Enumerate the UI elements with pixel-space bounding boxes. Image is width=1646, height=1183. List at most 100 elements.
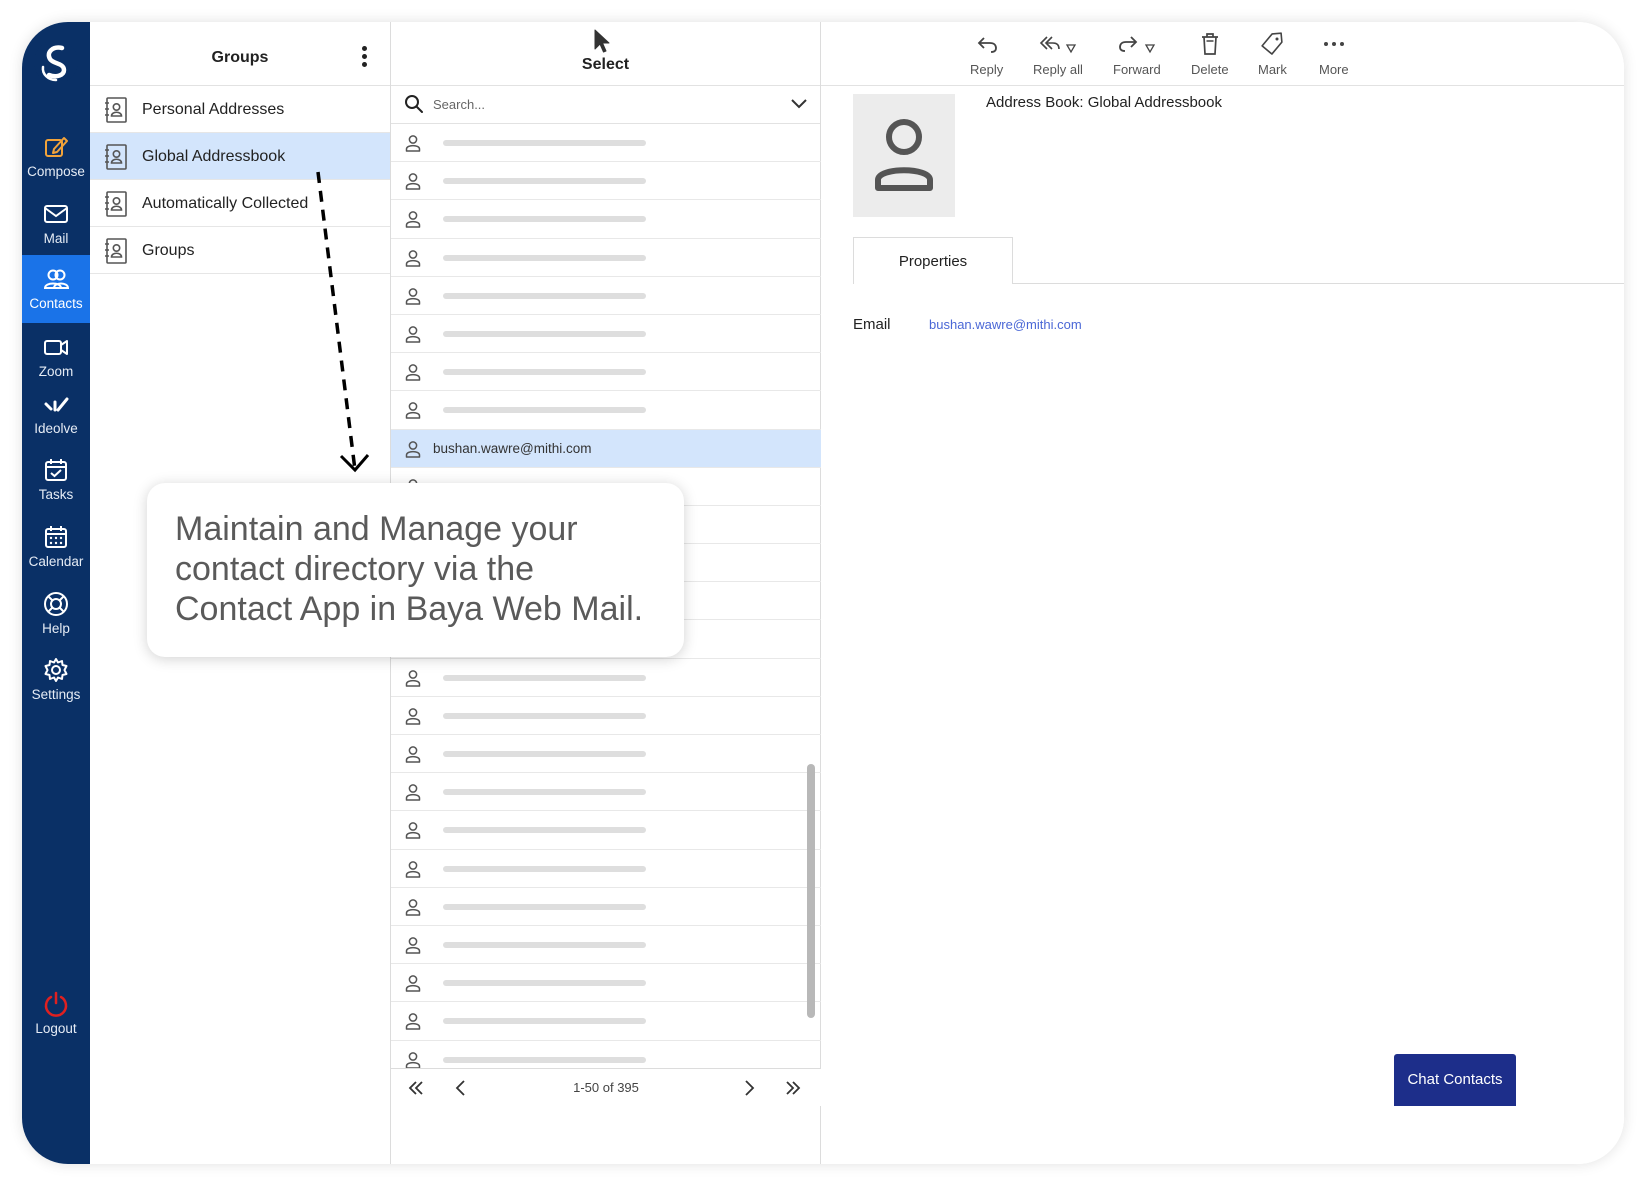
help-icon [44, 592, 68, 616]
group-item-personal-addresses[interactable]: Personal Addresses [90, 86, 390, 133]
person-icon [405, 898, 421, 916]
groups-header: Groups [90, 22, 390, 86]
contact-placeholder-bar [443, 903, 646, 910]
nav-settings[interactable]: Settings [22, 646, 90, 714]
reply-label: Reply [970, 62, 1004, 77]
scrollbar[interactable] [807, 764, 815, 1018]
person-icon [405, 287, 421, 305]
person-icon [405, 249, 421, 267]
contact-row[interactable] [391, 124, 821, 163]
contact-row[interactable] [391, 926, 821, 965]
trash-icon [1201, 33, 1218, 55]
person-icon [405, 746, 421, 763]
person-icon [875, 119, 933, 191]
contact-placeholder-bar [443, 674, 646, 681]
nav-calendar[interactable]: Calendar [22, 513, 90, 581]
contacts-icon [43, 269, 70, 289]
nav-help[interactable]: Help [22, 580, 90, 648]
contact-placeholder-bar [443, 751, 646, 757]
contact-placeholder-bar [443, 178, 646, 185]
email-link[interactable]: bushan.wawre@mithi.com [929, 317, 1082, 332]
nav-tasks[interactable]: Tasks [22, 446, 90, 514]
calendar-icon [45, 526, 67, 548]
contact-placeholder-bar [443, 407, 646, 414]
select-label[interactable]: Select [391, 56, 820, 74]
contact-placeholder-bar [443, 789, 646, 796]
contact-row[interactable] [391, 200, 821, 239]
contact-row[interactable] [391, 850, 821, 888]
contact-placeholder-bar [443, 292, 646, 299]
pagination-bar: 1-50 of 395 [391, 1068, 821, 1106]
delete-button[interactable]: Delete [1191, 32, 1229, 77]
nav-mail[interactable]: Mail [22, 190, 90, 258]
person-icon [405, 784, 421, 801]
kebab-menu-icon[interactable] [360, 46, 368, 68]
reply-all-label: Reply all [1033, 62, 1083, 77]
group-label: Global Addressbook [142, 148, 286, 165]
nav-contacts[interactable]: Contacts [22, 255, 90, 323]
contact-row[interactable] [391, 659, 821, 697]
ideolve-icon [44, 397, 69, 412]
contact-row[interactable] [391, 162, 821, 201]
contact-row[interactable] [391, 697, 821, 735]
person-icon [405, 402, 421, 420]
chat-contacts-button[interactable]: Chat Contacts [1394, 1054, 1516, 1106]
more-button[interactable]: More [1319, 32, 1349, 77]
contact-row[interactable] [391, 315, 821, 354]
tag-icon [1261, 32, 1284, 55]
tasks-icon [45, 459, 67, 481]
person-icon [405, 860, 421, 878]
nav-logout[interactable]: Logout [22, 980, 90, 1048]
nav-logout-label: Logout [35, 1021, 77, 1036]
address-book-icon [105, 238, 127, 264]
reply-button[interactable]: Reply [970, 32, 1003, 77]
contact-row[interactable] [391, 391, 821, 430]
person-icon [405, 135, 421, 152]
contact-avatar [853, 94, 955, 217]
forward-button[interactable]: Forward [1113, 32, 1161, 77]
address-book-icon [105, 144, 127, 170]
search-input[interactable] [433, 92, 763, 116]
contact-placeholder-bar [443, 140, 646, 146]
baya-logo-icon[interactable] [33, 39, 79, 85]
group-label: Groups [142, 242, 195, 259]
mark-label: Mark [1258, 62, 1287, 77]
mark-button[interactable]: Mark [1258, 32, 1287, 77]
last-page-icon[interactable] [783, 1078, 803, 1098]
contact-row[interactable] [391, 1002, 821, 1041]
contact-row[interactable] [391, 964, 821, 1003]
more-icon [1323, 42, 1344, 46]
tab-properties[interactable]: Properties [853, 237, 1013, 284]
contact-placeholder-bar [443, 1056, 646, 1063]
contact-row[interactable] [391, 773, 821, 812]
contact-row[interactable]: bushan.wawre@mithi.com [391, 429, 821, 468]
person-icon [405, 669, 421, 687]
contact-row[interactable] [391, 888, 821, 926]
person-icon [405, 822, 421, 840]
contact-row[interactable] [391, 239, 821, 277]
contact-placeholder-bar [443, 941, 646, 948]
search-icon[interactable] [404, 94, 424, 114]
reply-all-button[interactable]: Reply all [1033, 32, 1083, 77]
groups-title: Groups [211, 49, 269, 66]
contact-placeholder-bar [443, 827, 646, 834]
reply-all-icon [1039, 36, 1077, 54]
person-icon [405, 707, 421, 725]
chevron-down-icon[interactable] [790, 98, 808, 110]
person-icon [405, 937, 421, 954]
nav-compose[interactable]: Compose [22, 123, 90, 191]
contact-row[interactable] [391, 811, 821, 850]
contact-detail-panel: Reply Reply all Forward Delete Mark More [821, 22, 1624, 1164]
contact-placeholder-bar [443, 216, 646, 223]
search-bar [391, 86, 820, 124]
forward-label: Forward [1113, 62, 1161, 77]
contact-row[interactable] [391, 353, 821, 392]
contact-row[interactable] [391, 277, 821, 315]
nav-ideolve[interactable]: Ideolve [22, 380, 90, 448]
delete-label: Delete [1191, 62, 1229, 77]
next-page-icon[interactable] [739, 1078, 759, 1098]
left-nav: Compose Mail Contacts Zoom Ideolve Tasks… [22, 22, 90, 1164]
contact-row[interactable] [391, 735, 821, 774]
nav-mail-label: Mail [43, 231, 69, 246]
nav-ideolve-label: Ideolve [34, 421, 78, 436]
